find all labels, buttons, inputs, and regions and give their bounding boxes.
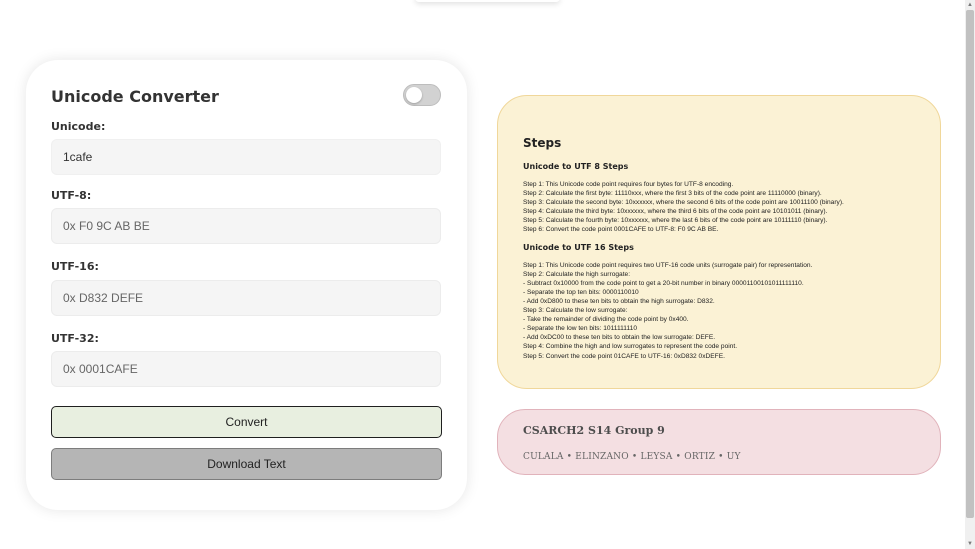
utf8-step-line: Step 4: Calculate the third byte: 10xxxx… bbox=[523, 208, 828, 216]
steps-panel: Steps Unicode to UTF 8 Steps Step 1: Thi… bbox=[497, 95, 941, 389]
group-title: CSARCH2 S14 Group 9 bbox=[523, 424, 665, 437]
utf16-step-line: - Separate the top ten bits: 0000110010 bbox=[523, 288, 639, 296]
utf8-step-line: Step 3: Calculate the second byte: 10xxx… bbox=[523, 199, 844, 207]
unicode-label: Unicode: bbox=[51, 120, 106, 133]
page-scrollbar[interactable]: ▲ ▼ bbox=[965, 0, 975, 549]
utf16-label: UTF-16: bbox=[51, 260, 99, 273]
utf16-steps-list: Step 1: This Unicode code point requires… bbox=[523, 261, 915, 361]
utf16-steps-heading: Unicode to UTF 16 Steps bbox=[523, 242, 634, 252]
top-nav-shadow bbox=[415, 0, 560, 2]
utf16-step-line: - Add 0xD800 to these ten bits to obtain… bbox=[523, 297, 715, 305]
scroll-up-arrow-icon[interactable]: ▲ bbox=[965, 0, 975, 10]
converter-title: Unicode Converter bbox=[51, 87, 219, 106]
utf16-step-line: - Subtract 0x10000 from the code point t… bbox=[523, 279, 804, 287]
utf16-output[interactable]: 0x D832 DEFE bbox=[51, 280, 441, 316]
toggle-knob bbox=[406, 87, 422, 103]
group-panel: CSARCH2 S14 Group 9 CULALA • ELINZANO • … bbox=[497, 409, 941, 475]
utf16-step-line: Step 4: Combine the high and low surroga… bbox=[523, 343, 738, 351]
utf8-step-line: Step 1: This Unicode code point requires… bbox=[523, 181, 734, 188]
group-members: CULALA • ELINZANO • LEYSA • ORTIZ • UY bbox=[523, 452, 741, 462]
converter-card: Unicode Converter Unicode: 1cafe UTF-8: … bbox=[26, 60, 467, 510]
utf16-step-line: Step 5: Convert the code point 01CAFE to… bbox=[523, 352, 725, 360]
utf8-step-line: Step 6: Convert the code point 0001CAFE … bbox=[523, 226, 719, 234]
utf16-step-line: Step 2: Calculate the high surrogate: bbox=[523, 270, 631, 278]
utf16-step-line: - Add 0xDC00 to these ten bits to obtain… bbox=[523, 334, 716, 342]
utf16-step-line: - Take the remainder of dividing the cod… bbox=[523, 316, 689, 324]
download-text-button[interactable]: Download Text bbox=[51, 448, 442, 480]
utf8-step-line: Step 5: Calculate the fourth byte: 10xxx… bbox=[523, 217, 828, 225]
utf16-step-line: Step 3: Calculate the low surrogate: bbox=[523, 307, 628, 315]
utf8-steps-heading: Unicode to UTF 8 Steps bbox=[523, 162, 629, 171]
steps-title: Steps bbox=[523, 136, 562, 150]
utf16-step-line: Step 1: This Unicode code point requires… bbox=[523, 261, 813, 269]
utf8-label: UTF-8: bbox=[51, 189, 92, 202]
utf8-steps-list: Step 1: This Unicode code point requires… bbox=[523, 180, 915, 235]
utf16-step-line: - Separate the low ten bits: 1011111110 bbox=[523, 325, 638, 333]
dark-mode-toggle[interactable] bbox=[403, 84, 441, 106]
utf8-step-line: Step 2: Calculate the first byte: 11110x… bbox=[523, 190, 822, 198]
utf32-output[interactable]: 0x 0001CAFE bbox=[51, 351, 441, 387]
unicode-input[interactable]: 1cafe bbox=[51, 139, 441, 175]
utf8-output[interactable]: 0x F0 9C AB BE bbox=[51, 208, 441, 244]
scroll-down-arrow-icon[interactable]: ▼ bbox=[965, 539, 975, 549]
convert-button[interactable]: Convert bbox=[51, 406, 442, 438]
scrollbar-thumb[interactable] bbox=[966, 10, 974, 518]
utf32-label: UTF-32: bbox=[51, 332, 99, 345]
